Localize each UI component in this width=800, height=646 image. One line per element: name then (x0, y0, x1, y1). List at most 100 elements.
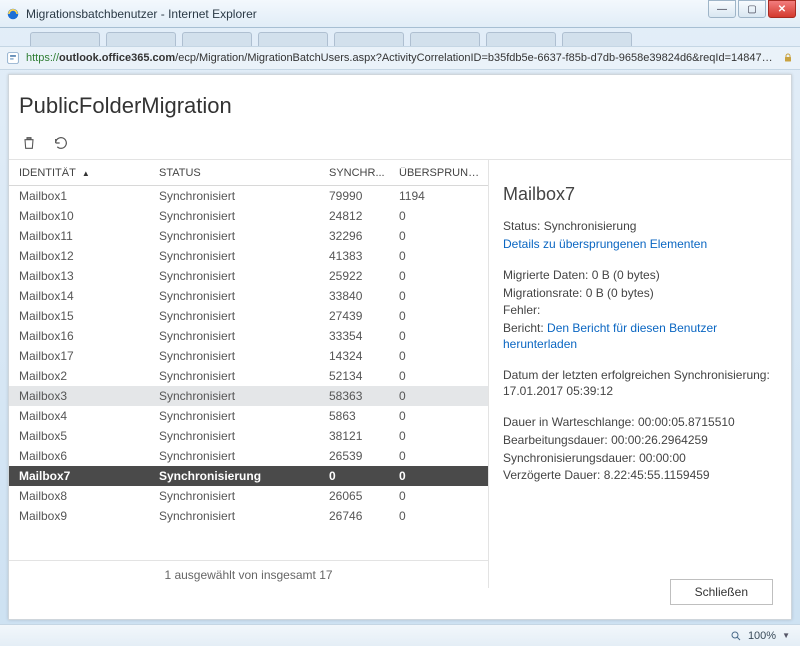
col-status[interactable]: STATUS (153, 167, 323, 179)
table-row[interactable]: Mailbox16Synchronisiert333540 (9, 326, 488, 346)
zoom-dropdown-icon[interactable]: ▼ (782, 631, 790, 640)
detail-status: Status: Synchronisierung (503, 219, 779, 235)
grid-body[interactable]: Mailbox1Synchronisiert799901194Mailbox10… (9, 186, 488, 558)
skipped-items-link[interactable]: Details zu übersprungenen Elementen (503, 237, 707, 251)
cell-synced: 5863 (323, 409, 393, 423)
cell-synced: 33354 (323, 329, 393, 343)
site-favicon (6, 51, 20, 65)
address-bar[interactable]: https://outlook.office365.com/ecp/Migrat… (0, 46, 800, 70)
detail-report: Bericht: Den Bericht für diesen Benutzer… (503, 321, 779, 352)
detail-sync-duration: Synchronisierungsdauer: 00:00:00 (503, 451, 779, 467)
table-row[interactable]: Mailbox4Synchronisiert58630 (9, 406, 488, 426)
cell-identity: Mailbox5 (13, 429, 153, 443)
address-url: https://outlook.office365.com/ecp/Migrat… (26, 52, 776, 64)
detail-pane: Mailbox7 Status: Synchronisierung Detail… (489, 160, 791, 588)
browser-status-bar: 100% ▼ (0, 624, 800, 646)
cell-skipped: 1194 (393, 189, 483, 203)
toolbar (9, 135, 791, 159)
table-row[interactable]: Mailbox17Synchronisiert143240 (9, 346, 488, 366)
cell-status: Synchronisiert (153, 249, 323, 263)
cell-identity: Mailbox11 (13, 229, 153, 243)
cell-status: Synchronisiert (153, 349, 323, 363)
selection-count: 1 ausgewählt von insgesamt 17 (9, 560, 488, 588)
ie-icon (6, 7, 20, 21)
cell-synced: 27439 (323, 309, 393, 323)
sort-asc-icon: ▲ (82, 169, 90, 178)
browser-tab[interactable] (30, 32, 100, 46)
cell-status: Synchronisiert (153, 209, 323, 223)
cell-synced: 32296 (323, 229, 393, 243)
detail-last-sync: Datum der letzten erfolgreichen Synchron… (503, 368, 779, 399)
table-row[interactable]: Mailbox15Synchronisiert274390 (9, 306, 488, 326)
page-content: PublicFolderMigration IDENTITÄT▲ STATUS … (8, 74, 792, 620)
cell-status: Synchronisiert (153, 449, 323, 463)
cell-synced: 26065 (323, 489, 393, 503)
list-pane: IDENTITÄT▲ STATUS SYNCHR... ÜBERSPRUNGEN… (9, 160, 489, 588)
cell-status: Synchronisiert (153, 429, 323, 443)
table-row[interactable]: Mailbox11Synchronisiert322960 (9, 226, 488, 246)
cell-status: Synchronisiert (153, 509, 323, 523)
table-row[interactable]: Mailbox5Synchronisiert381210 (9, 426, 488, 446)
cell-skipped: 0 (393, 369, 483, 383)
browser-tab[interactable] (486, 32, 556, 46)
close-button[interactable]: Schließen (670, 579, 773, 605)
browser-tab[interactable] (334, 32, 404, 46)
cell-skipped: 0 (393, 429, 483, 443)
detail-heading: Mailbox7 (503, 184, 779, 205)
cell-skipped: 0 (393, 469, 483, 483)
detail-processing-duration: Bearbeitungsdauer: 00:00:26.2964259 (503, 433, 779, 449)
table-row[interactable]: Mailbox12Synchronisiert413830 (9, 246, 488, 266)
table-row[interactable]: Mailbox2Synchronisiert521340 (9, 366, 488, 386)
cell-identity: Mailbox9 (13, 509, 153, 523)
cell-synced: 41383 (323, 249, 393, 263)
table-row[interactable]: Mailbox6Synchronisiert265390 (9, 446, 488, 466)
detail-delayed-duration: Verzögerte Dauer: 8.22:45:55.1159459 (503, 468, 779, 484)
refresh-icon[interactable] (53, 135, 69, 151)
cell-identity: Mailbox7 (13, 469, 153, 483)
cell-identity: Mailbox4 (13, 409, 153, 423)
browser-tab[interactable] (562, 32, 632, 46)
cell-identity: Mailbox8 (13, 489, 153, 503)
col-skipped[interactable]: ÜBERSPRUNGENE... (393, 167, 483, 179)
grid-header-row: IDENTITÄT▲ STATUS SYNCHR... ÜBERSPRUNGEN… (9, 160, 488, 186)
browser-tab-strip (0, 28, 800, 46)
window-minimize-button[interactable]: — (708, 0, 736, 18)
cell-synced: 26746 (323, 509, 393, 523)
browser-tab[interactable] (182, 32, 252, 46)
cell-skipped: 0 (393, 249, 483, 263)
cell-skipped: 0 (393, 269, 483, 283)
cell-skipped: 0 (393, 509, 483, 523)
window-close-button[interactable]: ✕ (768, 0, 796, 18)
col-identity[interactable]: IDENTITÄT▲ (13, 167, 153, 179)
browser-tab[interactable] (106, 32, 176, 46)
table-row[interactable]: Mailbox8Synchronisiert260650 (9, 486, 488, 506)
table-row[interactable]: Mailbox1Synchronisiert799901194 (9, 186, 488, 206)
delete-icon[interactable] (21, 135, 37, 151)
cell-skipped: 0 (393, 229, 483, 243)
table-row[interactable]: Mailbox13Synchronisiert259220 (9, 266, 488, 286)
table-row[interactable]: Mailbox10Synchronisiert248120 (9, 206, 488, 226)
cell-skipped: 0 (393, 309, 483, 323)
cell-identity: Mailbox6 (13, 449, 153, 463)
cell-skipped: 0 (393, 389, 483, 403)
table-row[interactable]: Mailbox7Synchronisierung00 (9, 466, 488, 486)
cell-identity: Mailbox13 (13, 269, 153, 283)
zoom-icon[interactable] (730, 630, 742, 642)
cell-status: Synchronisiert (153, 369, 323, 383)
cell-status: Synchronisiert (153, 389, 323, 403)
cell-identity: Mailbox15 (13, 309, 153, 323)
cell-synced: 33840 (323, 289, 393, 303)
window-maximize-button[interactable]: ▢ (738, 0, 766, 18)
table-row[interactable]: Mailbox14Synchronisiert338400 (9, 286, 488, 306)
zoom-level[interactable]: 100% (748, 630, 776, 642)
cell-synced: 58363 (323, 389, 393, 403)
col-synced[interactable]: SYNCHR... (323, 167, 393, 179)
browser-tab[interactable] (258, 32, 328, 46)
detail-queue-duration: Dauer in Warteschlange: 00:00:05.8715510 (503, 415, 779, 431)
window-title: Migrationsbatchbenutzer - Internet Explo… (26, 7, 257, 21)
cell-synced: 26539 (323, 449, 393, 463)
browser-tab[interactable] (410, 32, 480, 46)
table-row[interactable]: Mailbox3Synchronisiert583630 (9, 386, 488, 406)
cell-status: Synchronisierung (153, 469, 323, 483)
table-row[interactable]: Mailbox9Synchronisiert267460 (9, 506, 488, 526)
